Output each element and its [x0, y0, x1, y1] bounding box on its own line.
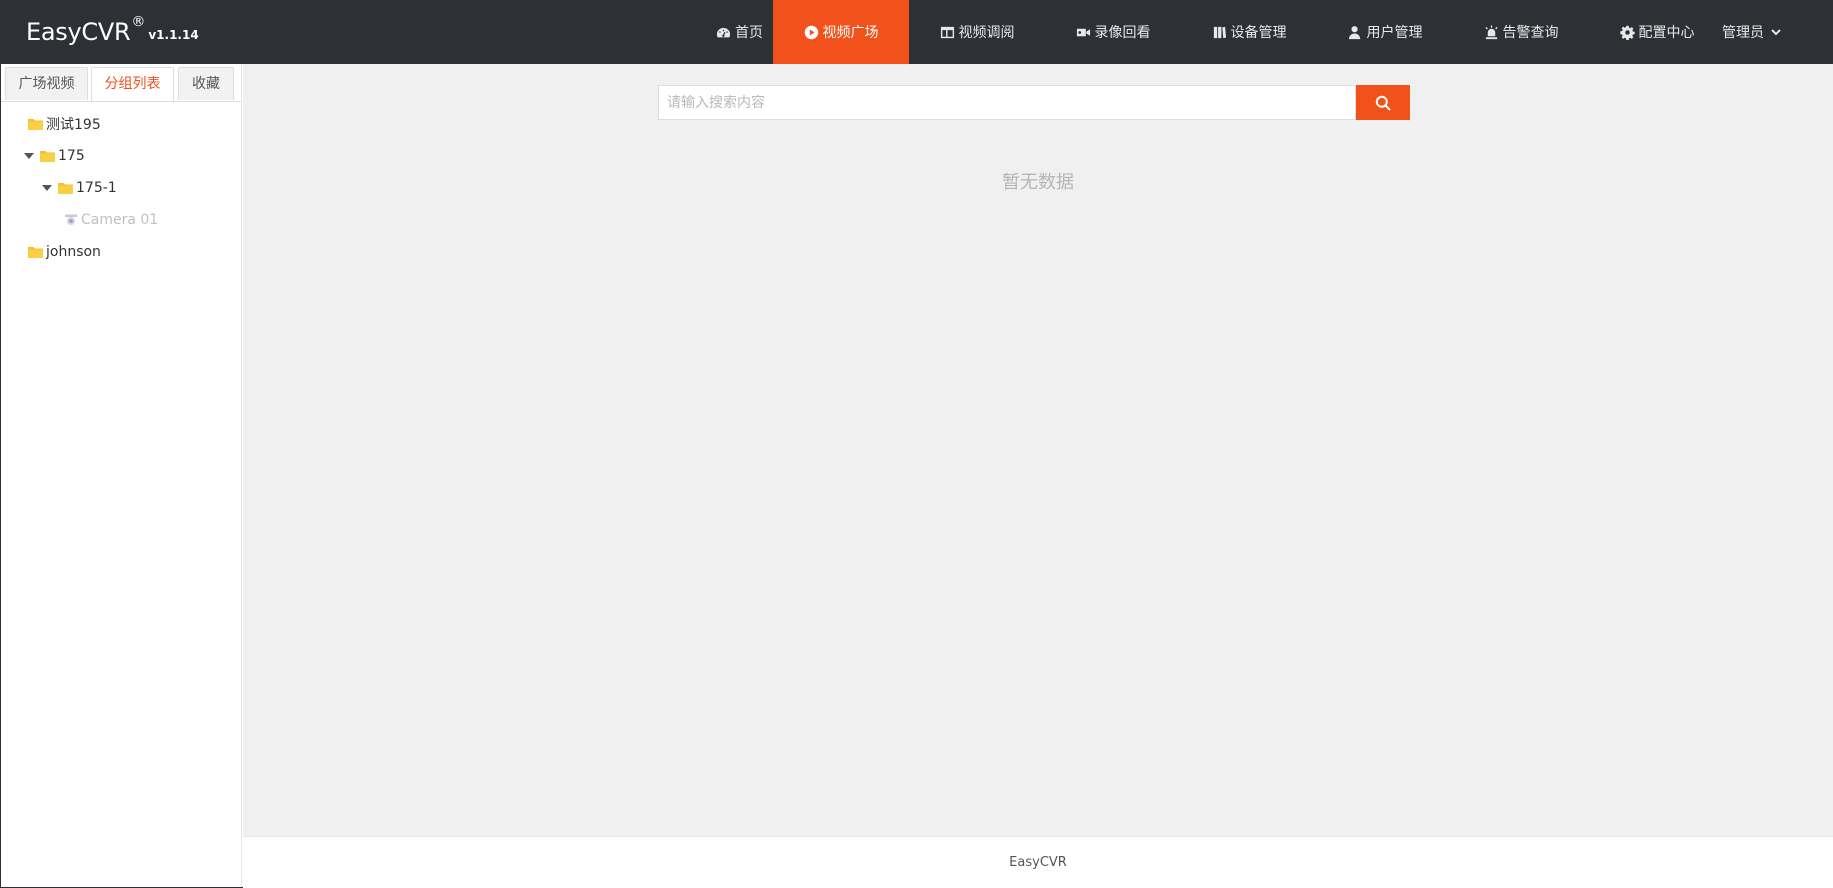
nav-item-playback[interactable]: 录像回看	[1045, 0, 1181, 64]
play-circle-icon	[804, 25, 818, 39]
tab-square-videos[interactable]: 广场视频	[5, 67, 88, 100]
chevron-down-icon	[1771, 29, 1781, 36]
tree-node-camera[interactable]: Camera 01	[64, 210, 158, 230]
layout-icon	[940, 26, 954, 38]
gear-icon	[1619, 25, 1635, 40]
tree-node-label: 测试195	[46, 117, 101, 133]
dashboard-icon	[716, 27, 731, 37]
tree-node-label: 175-1	[76, 180, 117, 196]
nav-item-label: 设备管理	[1230, 25, 1287, 41]
tree-node-folder[interactable]: 175	[24, 146, 85, 166]
nav-item-video-review[interactable]: 视频调阅	[909, 0, 1045, 64]
nav-item-label: 视频广场	[822, 25, 879, 41]
tree-node-label: 175	[58, 148, 85, 164]
sidebar-tabs: 广场视频 分组列表 收藏	[1, 64, 241, 102]
video-camera-icon	[1076, 28, 1090, 36]
nav-item-label: 录像回看	[1094, 25, 1151, 41]
folder-icon	[28, 246, 43, 258]
search-bar	[658, 85, 1410, 120]
main-content: 暂无数据	[243, 64, 1833, 836]
folder-icon	[28, 118, 43, 130]
search-input[interactable]	[658, 85, 1356, 120]
search-button[interactable]	[1356, 85, 1410, 120]
user-menu[interactable]: 管理员	[1722, 0, 1782, 64]
nav-item-label: 配置中心	[1638, 25, 1695, 41]
footer-text: EasyCVR	[1009, 855, 1067, 870]
folder-icon	[40, 150, 55, 162]
nav-item-label: 视频调阅	[958, 25, 1015, 41]
nav-item-label: 告警查询	[1502, 25, 1559, 41]
book-icon	[1213, 26, 1226, 38]
tree-node-folder[interactable]: johnson	[28, 242, 101, 262]
alarm-icon	[1484, 24, 1498, 39]
caret-down-icon[interactable]	[24, 153, 34, 159]
nav-item-label: 用户管理	[1366, 25, 1423, 41]
app-version: v1.1.14	[148, 28, 199, 42]
nav-item-device-management[interactable]: 设备管理	[1181, 0, 1317, 64]
user-name: 管理员	[1722, 25, 1764, 41]
nav-item-alarm-query[interactable]: 告警查询	[1453, 0, 1589, 64]
tree-node-label: Camera 01	[81, 212, 159, 228]
tree-node-folder[interactable]: 测试195	[28, 114, 101, 134]
nav-item-config-center[interactable]: 配置中心	[1589, 0, 1725, 64]
nav-item-label: 首页	[735, 25, 763, 41]
tab-group-list[interactable]: 分组列表	[91, 67, 174, 101]
sidebar: 广场视频 分组列表 收藏 测试195 175 175-1 Camera 01 j…	[1, 64, 242, 887]
nav-item-user-management[interactable]: 用户管理	[1317, 0, 1453, 64]
camera-icon	[65, 214, 77, 225]
folder-icon	[58, 182, 73, 194]
brand-registered-mark: ®	[131, 14, 146, 30]
brand-logo[interactable]: EasyCVR ® v1.1.14	[26, 0, 199, 64]
caret-down-icon[interactable]	[42, 185, 52, 191]
tree-node-folder[interactable]: 175-1	[42, 178, 117, 198]
tree-node-label: johnson	[46, 244, 101, 260]
top-navbar: EasyCVR ® v1.1.14 首页 视频广场 视频调阅 录像回看 设备管理 用…	[0, 0, 1833, 64]
tab-favorites[interactable]: 收藏	[178, 67, 234, 100]
nav-item-video-square[interactable]: 视频广场	[773, 0, 909, 64]
search-icon	[1375, 95, 1391, 110]
user-icon	[1348, 25, 1360, 39]
footer: EasyCVR	[243, 836, 1833, 888]
brand-name: EasyCVR	[26, 18, 131, 46]
empty-state-text: 暂无数据	[1002, 172, 1074, 193]
